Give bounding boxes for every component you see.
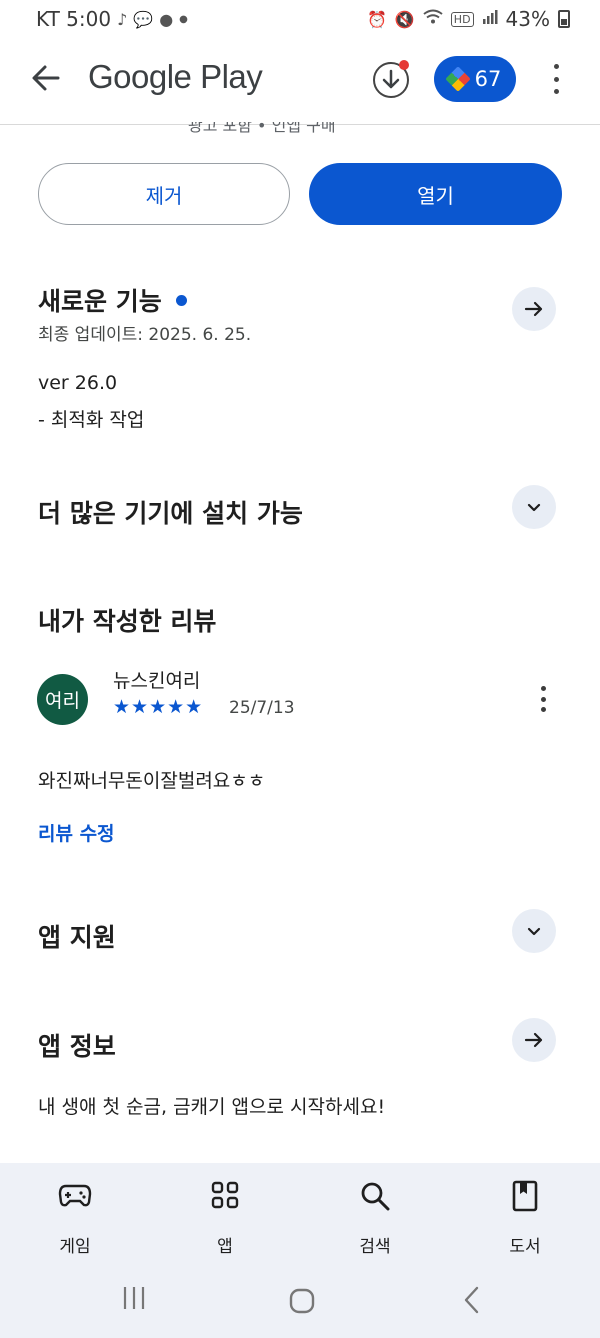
status-left: KT 5:00 ♪ 💬 ● ● [36,7,188,31]
my-review-title: 내가 작성한 리뷰 [38,607,217,636]
open-button[interactable]: 열기 [309,163,562,225]
search-icon [325,1180,425,1216]
app-support-title: 앱 지원 [38,923,116,952]
app-info-title: 앱 정보 [38,1032,116,1061]
update-note: - 최적화 작업 [38,409,145,431]
back-nav-icon[interactable] [460,1285,484,1322]
nav-games-label: 게임 [59,1237,91,1257]
devices-expand-button[interactable] [512,485,556,529]
review-text: 와진짜너무돈이잘벌려요ㅎㅎ [38,770,266,792]
edit-review-link[interactable]: 리뷰 수정 [38,819,115,846]
alarm-icon: ⏰ [366,9,387,29]
signal-icon [482,9,498,29]
app-info-arrow-button[interactable] [512,1018,556,1062]
devices-title: 더 많은 기기에 설치 가능 [38,499,303,528]
nav-search[interactable]: 검색 [325,1180,425,1257]
review-date: 25/7/13 [229,698,295,718]
notification-dot [399,60,409,70]
carrier-time: KT 5:00 [36,7,112,31]
arrow-right-icon [524,1032,543,1048]
whats-new-header[interactable]: 새로운 기능 [38,282,187,318]
more-options-icon[interactable] [550,64,562,94]
whats-new-title: 새로운 기능 [38,287,162,316]
recent-apps-icon[interactable] [120,1284,148,1319]
nav-apps[interactable]: 앱 [175,1180,275,1257]
review-author: 뉴스킨여리 [113,670,201,692]
wifi-icon [423,9,443,29]
whats-new-arrow-button[interactable] [512,287,556,331]
avatar: 여리 [37,674,88,725]
nav-search-label: 검색 [359,1237,391,1257]
chevron-down-icon [527,503,541,512]
back-arrow-icon[interactable] [28,60,64,100]
star-rating: ★★★★★ [113,696,204,718]
play-points-chip[interactable]: 67 [434,56,516,102]
apps-grid-icon [175,1180,275,1216]
app-support-expand-button[interactable] [512,909,556,953]
status-right: ⏰ 🔇 HD 43% [367,7,570,31]
chat-icon: ● [159,9,174,29]
nav-apps-label: 앱 [217,1237,233,1257]
new-indicator-dot [175,294,187,306]
version-text: ver 26.0 [38,372,118,394]
status-bar: KT 5:00 ♪ 💬 ● ● ⏰ 🔇 HD 43% [0,0,600,36]
nav-games[interactable]: 게임 [25,1180,125,1257]
gamepad-icon [25,1180,125,1216]
app-title: Google Play [88,58,263,95]
review-more-icon[interactable] [537,686,549,712]
last-updated: 최종 업데이트: 2025. 6. 25. [38,325,252,345]
battery-icon [558,10,570,28]
kakaotalk-icon: 💬 [133,9,154,29]
app-description: 내 생애 첫 순금, 금캐기 앱으로 시작하세요! [38,1096,386,1118]
play-points-icon [444,66,471,92]
nav-books[interactable]: 도서 [475,1180,575,1257]
tiktok-icon: ♪ [117,9,128,29]
home-icon[interactable] [288,1287,316,1322]
nav-books-label: 도서 [509,1237,541,1257]
arrow-right-icon [524,301,543,317]
dot-icon: ● [179,13,188,25]
chevron-down-icon [527,927,541,936]
remove-button[interactable]: 제거 [38,163,290,225]
mute-icon: 🔇 [394,9,415,29]
hd-icon: HD [450,11,474,27]
battery-percent: 43% [505,7,550,31]
points-count: 67 [474,67,502,91]
book-icon [475,1180,575,1216]
